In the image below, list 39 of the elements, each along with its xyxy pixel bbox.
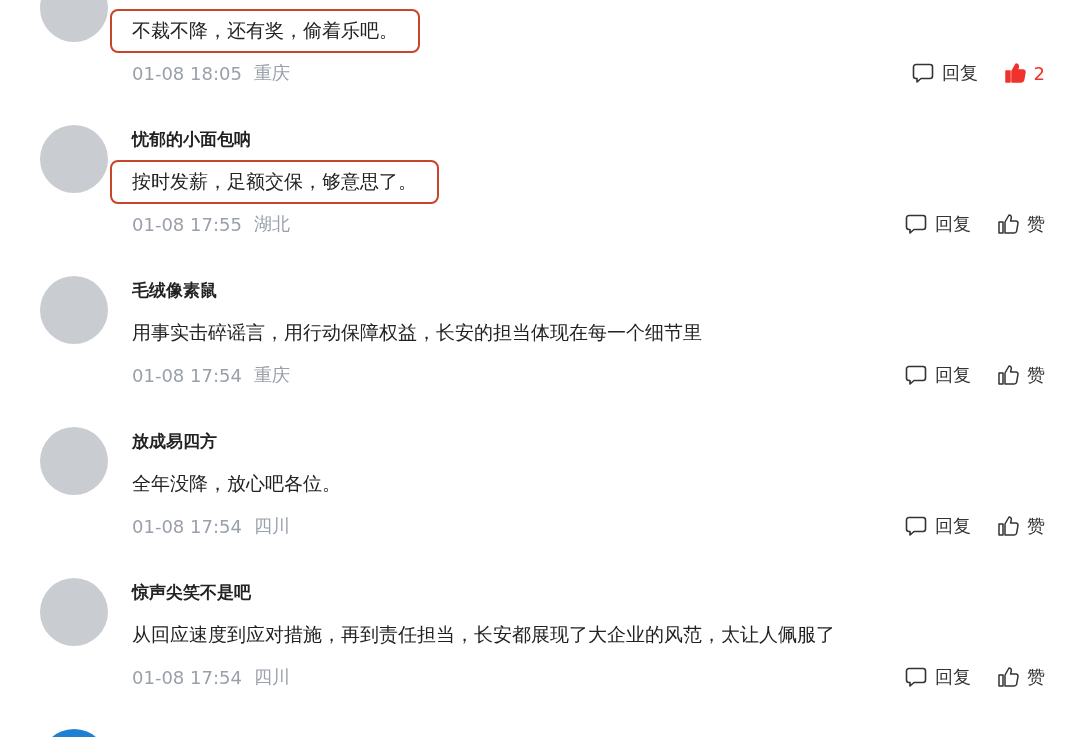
comment-location: 重庆 [253,61,290,85]
comment-time: 01-08 17:55 [132,213,242,235]
comment-time: 01-08 17:54 [132,515,242,537]
comment-location: 重庆 [253,363,290,387]
thumbs-up-icon[interactable] [1003,62,1026,84]
username[interactable]: 放成易四方 [132,431,217,451]
reply-link[interactable]: 回复 [935,212,971,236]
reply-link[interactable]: 回复 [935,514,971,538]
like-count[interactable]: 赞 [1027,212,1045,236]
comment-text: 按时发薪，足额交保，够意思了。 [110,160,439,204]
reply-link[interactable]: 回复 [941,61,978,85]
comment-icon[interactable] [905,666,927,688]
comment-icon[interactable] [905,364,927,386]
like-count[interactable]: 2 [1033,62,1045,84]
reply-link[interactable]: 回复 [935,665,971,689]
thumbs-up-icon[interactable] [997,213,1019,235]
like-count[interactable]: 赞 [1027,514,1045,538]
comment-location: 四川 [253,665,290,689]
comment-text: 从回应速度到应对措施，再到责任担当，长安都展现了大企业的风范，太让人佩服了 [132,623,835,647]
comment-text: 用事实击碎谣言，用行动保障权益，长安的担当体现在每一个细节里 [132,321,702,345]
like-count[interactable]: 赞 [1027,665,1045,689]
comment-time: 01-08 17:54 [132,364,242,386]
comment-time: 01-08 18:05 [132,62,242,84]
comment-text: 不裁不降，还有奖，偷着乐吧。 [110,9,420,53]
thumbs-up-icon[interactable] [997,515,1019,537]
thumbs-up-icon[interactable] [997,364,1019,386]
username[interactable]: 毛绒像素鼠 [132,280,217,300]
comment-location: 湖北 [253,212,290,236]
comment-location: 四川 [253,514,290,538]
comment-text: 全年没降，放心吧各位。 [132,472,341,496]
comment-icon[interactable] [911,62,934,84]
comment-icon[interactable] [905,213,927,235]
thumbs-up-icon[interactable] [997,666,1019,688]
username[interactable]: 忧郁的小面包呐 [132,129,251,149]
reply-link[interactable]: 回复 [935,363,971,387]
comment-icon[interactable] [905,515,927,537]
like-count[interactable]: 赞 [1027,363,1045,387]
username[interactable]: 惊声尖笑不是吧 [132,582,251,602]
comment-time: 01-08 17:54 [132,666,242,688]
